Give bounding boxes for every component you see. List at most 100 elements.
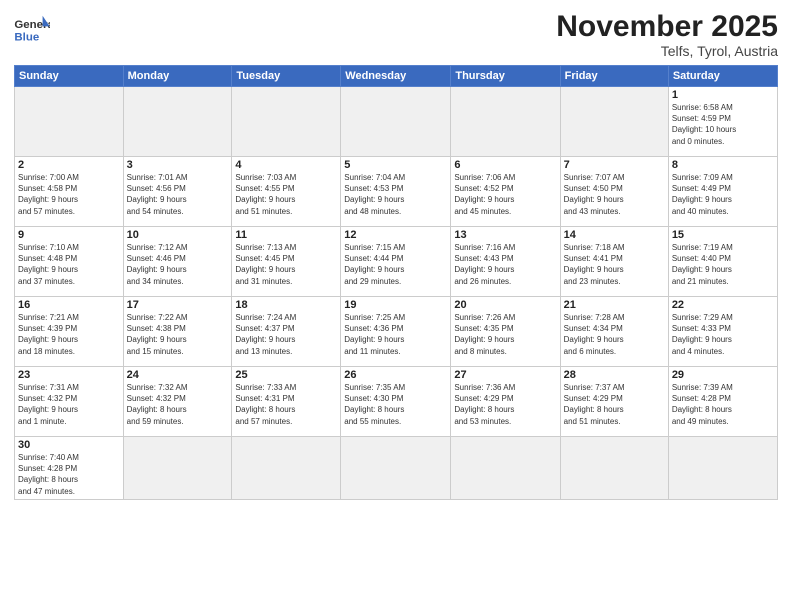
table-row: 3Sunrise: 7:01 AM Sunset: 4:56 PM Daylig…: [123, 157, 232, 227]
day-number: 16: [18, 299, 120, 311]
day-info: Sunrise: 7:16 AM Sunset: 4:43 PM Dayligh…: [454, 242, 556, 287]
day-number: 15: [672, 229, 774, 241]
logo: General Blue: [14, 14, 50, 44]
table-row: 12Sunrise: 7:15 AM Sunset: 4:44 PM Dayli…: [341, 227, 451, 297]
title-block: November 2025 Telfs, Tyrol, Austria: [556, 10, 778, 59]
day-info: Sunrise: 7:03 AM Sunset: 4:55 PM Dayligh…: [235, 172, 337, 217]
day-number: 3: [127, 159, 229, 171]
header-thursday: Thursday: [451, 66, 560, 87]
location-title: Telfs, Tyrol, Austria: [556, 43, 778, 59]
day-info: Sunrise: 7:13 AM Sunset: 4:45 PM Dayligh…: [235, 242, 337, 287]
table-row: [15, 87, 124, 157]
table-row: [451, 87, 560, 157]
table-row: 16Sunrise: 7:21 AM Sunset: 4:39 PM Dayli…: [15, 297, 124, 367]
logo-icon: General Blue: [14, 14, 50, 44]
day-info: Sunrise: 7:32 AM Sunset: 4:32 PM Dayligh…: [127, 382, 229, 427]
day-number: 1: [672, 89, 774, 101]
table-row: 14Sunrise: 7:18 AM Sunset: 4:41 PM Dayli…: [560, 227, 668, 297]
svg-text:Blue: Blue: [14, 31, 39, 43]
day-info: Sunrise: 7:36 AM Sunset: 4:29 PM Dayligh…: [454, 382, 556, 427]
day-number: 18: [235, 299, 337, 311]
day-info: Sunrise: 7:28 AM Sunset: 4:34 PM Dayligh…: [564, 312, 665, 357]
header-saturday: Saturday: [668, 66, 777, 87]
day-info: Sunrise: 7:18 AM Sunset: 4:41 PM Dayligh…: [564, 242, 665, 287]
table-row: 20Sunrise: 7:26 AM Sunset: 4:35 PM Dayli…: [451, 297, 560, 367]
day-number: 20: [454, 299, 556, 311]
table-row: 4Sunrise: 7:03 AM Sunset: 4:55 PM Daylig…: [232, 157, 341, 227]
day-number: 12: [344, 229, 447, 241]
table-row: [123, 87, 232, 157]
table-row: [341, 87, 451, 157]
table-row: 27Sunrise: 7:36 AM Sunset: 4:29 PM Dayli…: [451, 367, 560, 437]
day-info: Sunrise: 6:58 AM Sunset: 4:59 PM Dayligh…: [672, 102, 774, 147]
table-row: 10Sunrise: 7:12 AM Sunset: 4:46 PM Dayli…: [123, 227, 232, 297]
table-row: 19Sunrise: 7:25 AM Sunset: 4:36 PM Dayli…: [341, 297, 451, 367]
month-title: November 2025: [556, 10, 778, 43]
day-number: 7: [564, 159, 665, 171]
day-info: Sunrise: 7:37 AM Sunset: 4:29 PM Dayligh…: [564, 382, 665, 427]
table-row: 22Sunrise: 7:29 AM Sunset: 4:33 PM Dayli…: [668, 297, 777, 367]
table-row: [232, 87, 341, 157]
day-number: 11: [235, 229, 337, 241]
table-row: 30Sunrise: 7:40 AM Sunset: 4:28 PM Dayli…: [15, 437, 124, 500]
header-tuesday: Tuesday: [232, 66, 341, 87]
table-row: [123, 437, 232, 500]
table-row: 9Sunrise: 7:10 AM Sunset: 4:48 PM Daylig…: [15, 227, 124, 297]
table-row: [232, 437, 341, 500]
header-friday: Friday: [560, 66, 668, 87]
day-number: 27: [454, 369, 556, 381]
table-row: 2Sunrise: 7:00 AM Sunset: 4:58 PM Daylig…: [15, 157, 124, 227]
day-number: 26: [344, 369, 447, 381]
table-row: 1Sunrise: 6:58 AM Sunset: 4:59 PM Daylig…: [668, 87, 777, 157]
day-info: Sunrise: 7:35 AM Sunset: 4:30 PM Dayligh…: [344, 382, 447, 427]
day-number: 8: [672, 159, 774, 171]
table-row: 7Sunrise: 7:07 AM Sunset: 4:50 PM Daylig…: [560, 157, 668, 227]
day-info: Sunrise: 7:39 AM Sunset: 4:28 PM Dayligh…: [672, 382, 774, 427]
table-row: 21Sunrise: 7:28 AM Sunset: 4:34 PM Dayli…: [560, 297, 668, 367]
day-number: 23: [18, 369, 120, 381]
day-info: Sunrise: 7:01 AM Sunset: 4:56 PM Dayligh…: [127, 172, 229, 217]
weekday-header-row: Sunday Monday Tuesday Wednesday Thursday…: [15, 66, 778, 87]
day-info: Sunrise: 7:10 AM Sunset: 4:48 PM Dayligh…: [18, 242, 120, 287]
day-number: 13: [454, 229, 556, 241]
table-row: 26Sunrise: 7:35 AM Sunset: 4:30 PM Dayli…: [341, 367, 451, 437]
day-info: Sunrise: 7:33 AM Sunset: 4:31 PM Dayligh…: [235, 382, 337, 427]
day-number: 30: [18, 439, 120, 451]
table-row: [451, 437, 560, 500]
header-monday: Monday: [123, 66, 232, 87]
day-info: Sunrise: 7:00 AM Sunset: 4:58 PM Dayligh…: [18, 172, 120, 217]
table-row: 24Sunrise: 7:32 AM Sunset: 4:32 PM Dayli…: [123, 367, 232, 437]
table-row: [668, 437, 777, 500]
day-info: Sunrise: 7:07 AM Sunset: 4:50 PM Dayligh…: [564, 172, 665, 217]
day-info: Sunrise: 7:40 AM Sunset: 4:28 PM Dayligh…: [18, 452, 120, 497]
day-info: Sunrise: 7:12 AM Sunset: 4:46 PM Dayligh…: [127, 242, 229, 287]
day-number: 17: [127, 299, 229, 311]
day-number: 22: [672, 299, 774, 311]
day-info: Sunrise: 7:21 AM Sunset: 4:39 PM Dayligh…: [18, 312, 120, 357]
table-row: 29Sunrise: 7:39 AM Sunset: 4:28 PM Dayli…: [668, 367, 777, 437]
day-info: Sunrise: 7:19 AM Sunset: 4:40 PM Dayligh…: [672, 242, 774, 287]
header: General Blue November 2025 Telfs, Tyrol,…: [14, 10, 778, 59]
day-info: Sunrise: 7:22 AM Sunset: 4:38 PM Dayligh…: [127, 312, 229, 357]
day-info: Sunrise: 7:31 AM Sunset: 4:32 PM Dayligh…: [18, 382, 120, 427]
header-sunday: Sunday: [15, 66, 124, 87]
header-wednesday: Wednesday: [341, 66, 451, 87]
day-info: Sunrise: 7:15 AM Sunset: 4:44 PM Dayligh…: [344, 242, 447, 287]
table-row: 8Sunrise: 7:09 AM Sunset: 4:49 PM Daylig…: [668, 157, 777, 227]
day-info: Sunrise: 7:09 AM Sunset: 4:49 PM Dayligh…: [672, 172, 774, 217]
table-row: [341, 437, 451, 500]
table-row: 17Sunrise: 7:22 AM Sunset: 4:38 PM Dayli…: [123, 297, 232, 367]
table-row: 13Sunrise: 7:16 AM Sunset: 4:43 PM Dayli…: [451, 227, 560, 297]
day-number: 19: [344, 299, 447, 311]
day-number: 25: [235, 369, 337, 381]
table-row: 6Sunrise: 7:06 AM Sunset: 4:52 PM Daylig…: [451, 157, 560, 227]
day-number: 21: [564, 299, 665, 311]
day-number: 9: [18, 229, 120, 241]
day-info: Sunrise: 7:06 AM Sunset: 4:52 PM Dayligh…: [454, 172, 556, 217]
table-row: 23Sunrise: 7:31 AM Sunset: 4:32 PM Dayli…: [15, 367, 124, 437]
table-row: 15Sunrise: 7:19 AM Sunset: 4:40 PM Dayli…: [668, 227, 777, 297]
day-number: 10: [127, 229, 229, 241]
day-number: 24: [127, 369, 229, 381]
table-row: 11Sunrise: 7:13 AM Sunset: 4:45 PM Dayli…: [232, 227, 341, 297]
table-row: 5Sunrise: 7:04 AM Sunset: 4:53 PM Daylig…: [341, 157, 451, 227]
